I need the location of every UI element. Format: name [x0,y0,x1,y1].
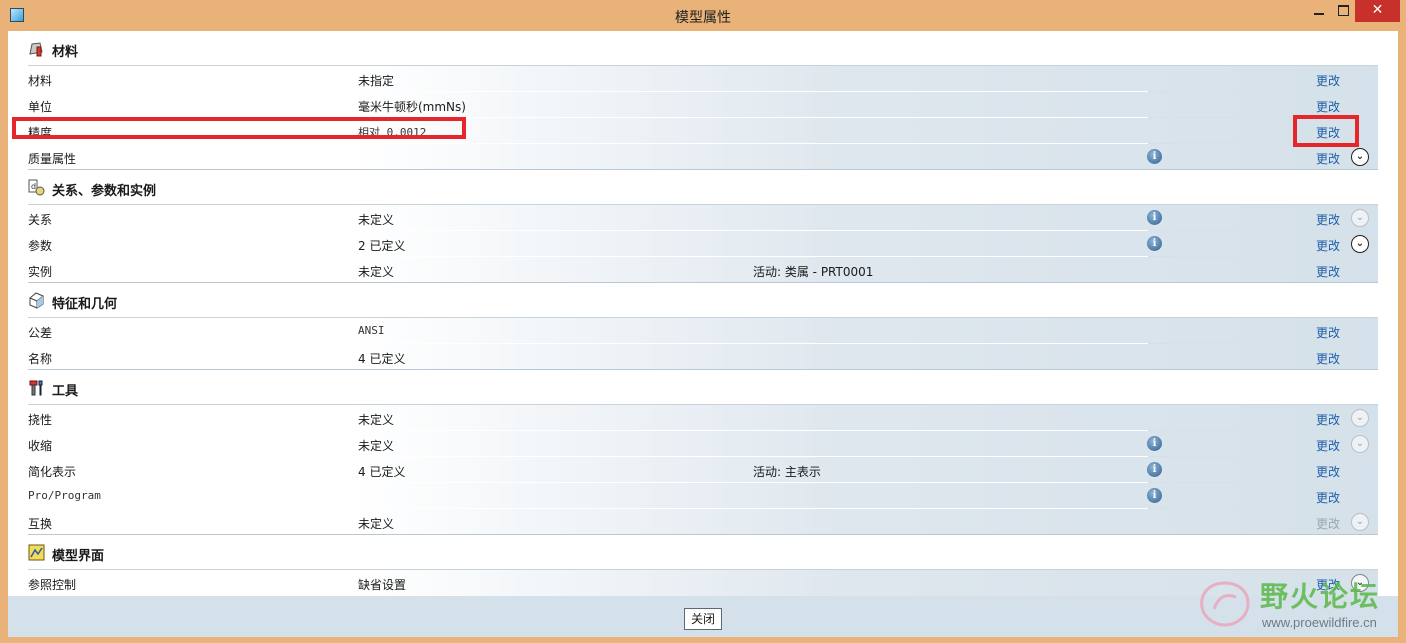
section-header-features: 特征和几何 [28,283,1378,318]
property-value: 未定义 [358,413,395,427]
change-link[interactable]: 更改 [1316,437,1340,454]
interface-icon [28,544,45,561]
change-link[interactable]: 更改 [1316,98,1340,115]
minimize-button[interactable] [1305,0,1333,22]
property-row: Pro/Program i 更改 [28,483,1378,509]
change-link[interactable]: 更改 [1316,411,1340,428]
property-label: 材料 [28,74,53,88]
window-title: 模型属性 [675,10,731,26]
property-value: 缺省设置 [358,578,407,592]
expand-chevron-icon[interactable]: ⌄ [1351,148,1369,166]
change-link[interactable]: 更改 [1316,72,1340,89]
info-icon[interactable]: i [1147,149,1162,164]
close-window-button[interactable]: ✕ [1355,0,1400,22]
section-title: 工具 [52,384,79,399]
property-value: 2 已定义 [358,239,406,253]
property-row: 简化表示 4 已定义 活动: 主表示 i 更改 [28,457,1378,483]
section-header-materials: 材料 [28,31,1378,66]
expand-chevron-icon[interactable]: ⌄ [1351,235,1369,253]
property-value: 未定义 [358,439,395,453]
expand-chevron-icon[interactable]: ⌄ [1351,435,1369,453]
section-header-tools: 工具 [28,370,1378,405]
property-value: 未指定 [358,74,395,88]
property-value: 未定义 [358,517,395,531]
features-icon [29,292,44,309]
info-icon[interactable]: i [1147,462,1162,477]
change-link[interactable]: 更改 [1316,463,1340,480]
property-label: 单位 [28,100,53,114]
change-link[interactable]: 更改 [1316,489,1340,506]
section-title: 关系、参数和实例 [52,184,157,199]
property-label: 公差 [28,326,53,340]
forum-watermark: 野火论坛 www.proewildfire.cn [1190,573,1395,635]
expand-chevron-icon[interactable]: ⌄ [1351,409,1369,427]
precision-row-highlight [12,117,466,139]
change-link: 更改 [1316,517,1341,531]
property-row: 挠性 未定义 更改 ⌄ [28,405,1378,431]
section-header-interface: 模型界面 [28,535,1378,570]
section-title: 特征和几何 [52,297,118,312]
info-icon[interactable]: i [1147,236,1162,251]
section-header-relations: d 关系、参数和实例 [28,170,1378,205]
change-link[interactable]: 更改 [1316,237,1340,254]
property-value: 未定义 [358,265,395,279]
property-label: 互换 [28,517,53,531]
materials-icon [29,42,43,57]
change-link[interactable]: 更改 [1316,211,1340,228]
property-row: 实例 未定义 活动: 类属 - PRT0001 更改 [28,257,1378,283]
change-link[interactable]: 更改 [1316,324,1340,341]
property-label: 收缩 [28,439,53,453]
property-label: 简化表示 [28,465,77,479]
property-row: 互换 未定义 更改 ⌄ [28,509,1378,535]
property-value: 4 已定义 [358,465,406,479]
info-icon[interactable]: i [1147,436,1162,451]
active-status: 活动: 主表示 [753,465,821,479]
watermark-logo-icon [1200,581,1250,627]
property-label: 挠性 [28,413,53,427]
property-row: 名称 4 已定义 更改 [28,344,1378,370]
property-row: 关系 未定义 i 更改 ⌄ [28,205,1378,231]
expand-chevron-icon[interactable]: ⌄ [1351,513,1369,531]
property-label: 实例 [28,265,53,279]
relations-icon: d [28,179,45,196]
property-value: 4 已定义 [358,352,406,366]
property-label: 关系 [28,213,53,227]
property-value: 未定义 [358,213,395,227]
section-title: 模型界面 [52,549,105,564]
info-icon[interactable]: i [1147,210,1162,225]
property-label: Pro/Program [28,489,101,502]
property-label: 参数 [28,239,53,253]
tools-icon [29,380,43,396]
property-label: 参照控制 [28,578,77,592]
property-row: 质量属性 i 更改 ⌄ [28,144,1378,170]
watermark-title: 野火论坛 [1260,580,1381,613]
title-bar: 模型属性 ✕ [0,0,1406,31]
property-value: 毫米牛顿秒(mmNs) [358,100,466,114]
property-row: 材料 未指定 更改 [28,66,1378,92]
change-link[interactable]: 更改 [1316,150,1340,167]
property-row: 单位 毫米牛顿秒(mmNs) 更改 [28,92,1378,118]
change-link[interactable]: 更改 [1316,263,1340,280]
property-row: 公差 ANSI 更改 [28,318,1378,344]
expand-chevron-icon[interactable]: ⌄ [1351,209,1369,227]
close-button[interactable]: 关闭 [684,608,722,630]
precision-change-highlight [1293,115,1359,147]
properties-panel: 材料 材料 未指定 更改 单位 毫米牛顿秒(mmNs) 更改 精度 相对 0.0… [8,31,1398,596]
property-row: 收缩 未定义 i 更改 ⌄ [28,431,1378,457]
active-status: 活动: 类属 - PRT0001 [753,265,874,279]
property-row: 参照控制 缺省设置 更改 ⌄ [28,570,1378,596]
property-row: 参数 2 已定义 i 更改 ⌄ [28,231,1378,257]
maximize-button[interactable] [1333,0,1355,22]
property-value: ANSI [358,324,385,337]
watermark-url: www.proewildfire.cn [1262,615,1377,630]
property-label: 质量属性 [28,152,77,166]
property-label: 名称 [28,352,53,366]
info-icon[interactable]: i [1147,488,1162,503]
svg-text:d: d [31,182,36,191]
change-link[interactable]: 更改 [1316,350,1340,367]
section-title: 材料 [52,45,79,60]
